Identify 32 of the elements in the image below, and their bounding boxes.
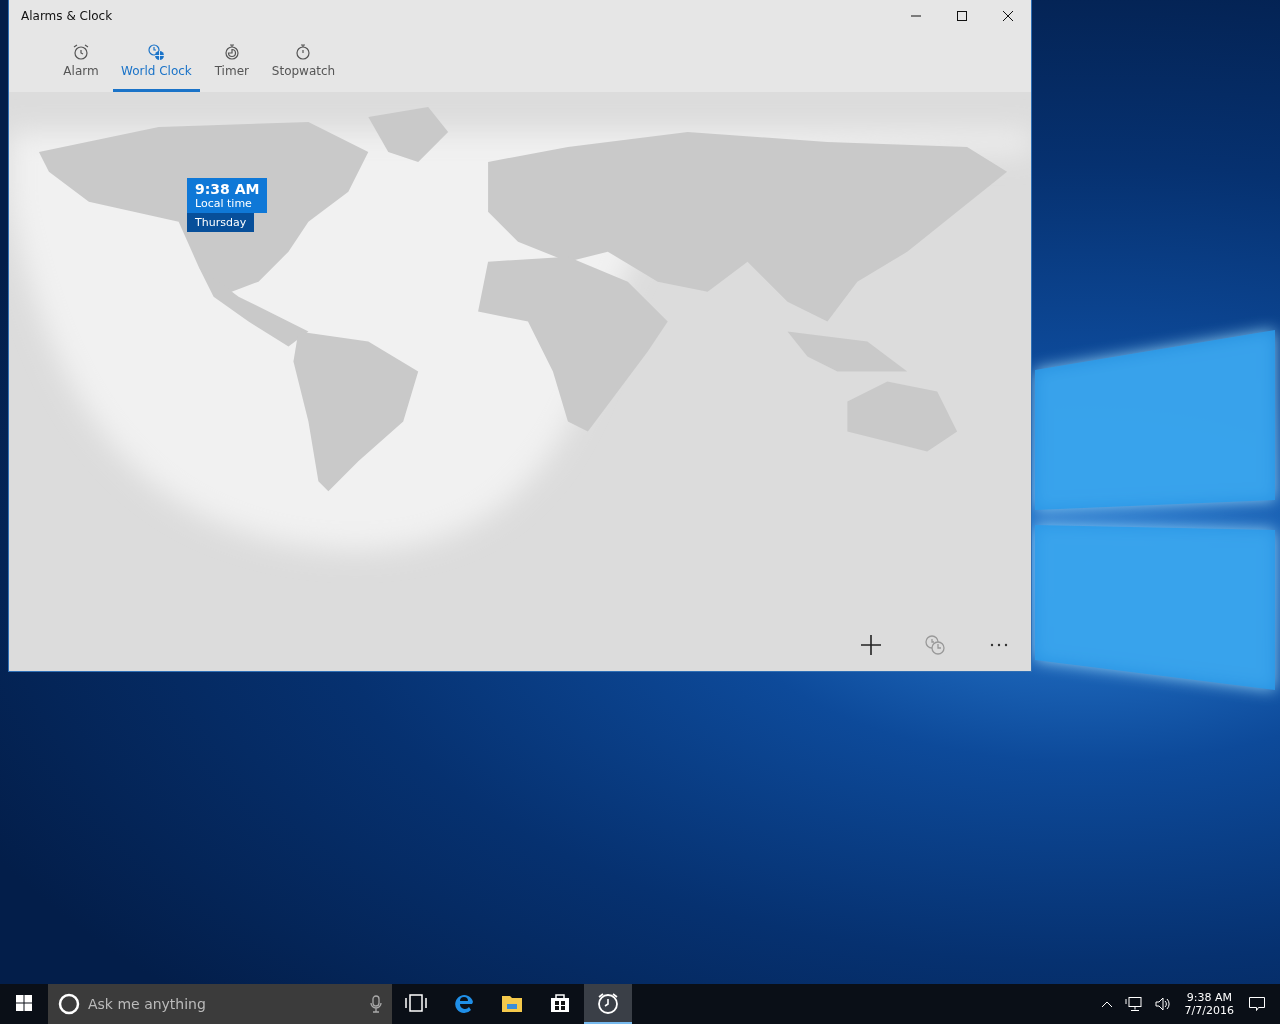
circle-icon bbox=[58, 993, 80, 1015]
tab[interactable]: Timer bbox=[199, 31, 264, 92]
location-text: Local time bbox=[195, 197, 253, 210]
maximize-icon bbox=[956, 9, 968, 22]
plus-icon bbox=[860, 634, 882, 656]
microphone-icon bbox=[370, 995, 382, 1013]
clocks-icon bbox=[924, 634, 946, 656]
window-title: Alarms & Clock bbox=[20, 8, 114, 23]
clock-time: 9:38 AM bbox=[1186, 991, 1232, 1004]
day-label: Thursday bbox=[187, 213, 255, 232]
notification-icon[interactable] bbox=[1248, 995, 1266, 1013]
alarm-clock-icon bbox=[596, 991, 620, 1015]
volume-icon[interactable] bbox=[1154, 996, 1171, 1012]
more-icon bbox=[990, 643, 1008, 647]
stopwatch-icon bbox=[294, 42, 313, 61]
task-view-icon bbox=[404, 991, 428, 1015]
network-icon[interactable] bbox=[1124, 996, 1143, 1012]
search-box[interactable]: Ask me anything bbox=[48, 984, 392, 1024]
time-text: 9:38 AM bbox=[195, 181, 260, 197]
windows-logo-icon bbox=[16, 995, 32, 1011]
alarm-clock-icon bbox=[72, 42, 90, 61]
taskbar-clock[interactable]: 9:38 AM 7/7/2016 bbox=[1176, 984, 1242, 1024]
timer-icon bbox=[222, 42, 241, 61]
clock-app-button[interactable] bbox=[584, 984, 632, 1024]
globe-clock-icon bbox=[147, 42, 166, 61]
close-icon bbox=[1002, 9, 1014, 22]
shopping-bag-icon bbox=[548, 991, 572, 1015]
tab[interactable]: Stopwatch bbox=[263, 31, 344, 92]
chevron-up-icon[interactable] bbox=[1100, 1000, 1113, 1008]
clock-date: 7/7/2016 bbox=[1184, 1004, 1234, 1017]
search-field[interactable]: Ask me anything bbox=[86, 995, 364, 1013]
tab[interactable]: Alarm bbox=[49, 31, 113, 92]
